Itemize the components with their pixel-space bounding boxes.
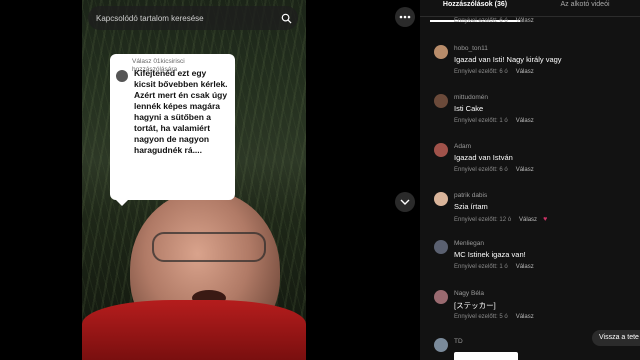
- reply-link[interactable]: Válasz: [516, 167, 534, 173]
- prev-comment-meta: Ennyivel ezelőtt: 6 ó Válasz: [454, 18, 534, 24]
- search-bar[interactable]: [88, 6, 298, 30]
- comment-time: Ennyivel ezelőtt: 1 ó: [454, 264, 508, 270]
- next-video-button[interactable]: [395, 192, 415, 212]
- comment-time: Ennyivel ezelőtt: 1 ó: [454, 118, 508, 124]
- glasses: [152, 232, 266, 262]
- reply-link[interactable]: Válasz: [516, 69, 534, 75]
- reply-link[interactable]: Válasz: [519, 217, 537, 223]
- avatar[interactable]: [434, 290, 448, 304]
- avatar[interactable]: [434, 143, 448, 157]
- avatar[interactable]: [434, 240, 448, 254]
- comment-username[interactable]: Menliegan: [454, 240, 484, 247]
- reply-link[interactable]: Válasz: [516, 118, 534, 124]
- creator-liked-icon: ♥: [543, 216, 548, 223]
- comment-username[interactable]: mittudomén: [454, 94, 488, 101]
- return-to-top-button[interactable]: Vissza a tete: [592, 330, 640, 346]
- video-stage: Válasz 01kicsirisci hozzászólására Kifej…: [0, 0, 420, 360]
- reply-link[interactable]: Válasz: [516, 264, 534, 270]
- reply-link[interactable]: Válasz: [516, 314, 534, 320]
- chevron-down-icon: [400, 199, 410, 205]
- comment-text: Igazad van Isti! Nagy király vagy: [454, 55, 562, 64]
- comment-username[interactable]: Adam: [454, 143, 471, 150]
- prev-comment-time: Ennyivel ezelőtt: 6 ó: [454, 18, 508, 24]
- prev-reply-link[interactable]: Válasz: [516, 18, 534, 24]
- comment-text: [ステッカー]: [454, 301, 496, 310]
- comment-time: Ennyivel ezelőtt: 5 ó: [454, 314, 508, 320]
- red-shirt: [82, 300, 306, 360]
- comment-time: Ennyivel ezelőtt: 6 ó: [454, 69, 508, 75]
- comment-time: Ennyivel ezelőtt: 6 ó: [454, 167, 508, 173]
- comment-username[interactable]: TD: [454, 338, 463, 345]
- comment-username[interactable]: hobo_ton11: [454, 45, 488, 52]
- sticker-preview: [454, 352, 518, 360]
- comment-username[interactable]: patrik dabis: [454, 192, 487, 199]
- comments-panel: Hozzászólások (36) Az alkotó videói Enny…: [420, 0, 640, 360]
- search-input[interactable]: [88, 12, 274, 24]
- reply-comment-card: Válasz 01kicsirisci hozzászólására Kifej…: [110, 54, 235, 206]
- comment-text: Szia írtam: [454, 202, 488, 211]
- avatar[interactable]: [434, 94, 448, 108]
- reply-text: Kifejtenéd ezt egy kicsit bővebben kérle…: [134, 68, 228, 155]
- comment-username[interactable]: Nagy Béla: [454, 290, 484, 297]
- avatar[interactable]: [434, 45, 448, 59]
- comment-text: Isti Cake: [454, 104, 484, 113]
- comment-time: Ennyivel ezelőtt: 12 ó: [454, 217, 512, 223]
- panel-tabs: Hozzászólások (36) Az alkotó videói: [420, 0, 640, 22]
- avatar[interactable]: [434, 192, 448, 206]
- avatar[interactable]: [434, 338, 448, 352]
- search-icon[interactable]: [274, 6, 298, 30]
- tab-creator-videos[interactable]: Az alkotó videói: [530, 0, 640, 16]
- comment-text: MC Istinek igaza van!: [454, 250, 526, 259]
- reply-avatar: [116, 70, 128, 82]
- tab-comments[interactable]: Hozzászólások (36): [420, 0, 530, 22]
- comment-text: Igazad van István: [454, 153, 513, 162]
- ellipsis-icon: [399, 15, 411, 19]
- more-options-button[interactable]: [395, 7, 415, 27]
